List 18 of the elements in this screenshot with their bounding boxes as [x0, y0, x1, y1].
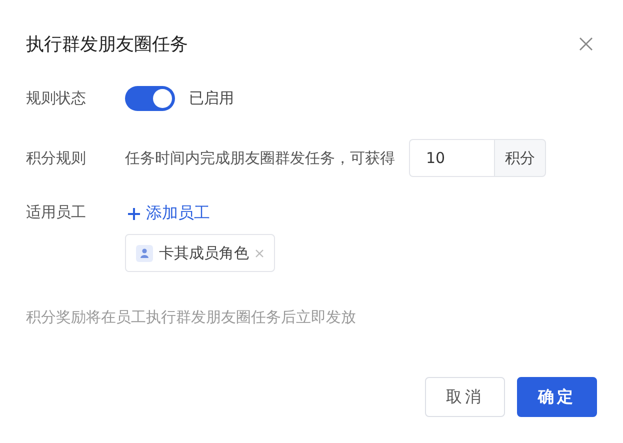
field-label: 积分规则	[26, 148, 87, 168]
confirm-button[interactable]: 确定	[517, 377, 597, 417]
plus-icon	[128, 208, 140, 220]
rule-text: 任务时间内完成朋友圈群发任务，可获得	[125, 148, 395, 168]
field-label: 适用员工	[26, 203, 87, 222]
note-text: 积分奖励将在员工执行群发朋友圈任务后立即发放	[26, 308, 357, 327]
dialog-title: 执行群发朋友圈任务	[26, 33, 188, 56]
remove-icon[interactable]	[255, 248, 264, 258]
toggle-switch[interactable]	[125, 86, 175, 111]
tag-label: 卡其成员角色	[159, 244, 249, 262]
close-icon[interactable]	[579, 37, 593, 51]
cancel-button[interactable]: 取消	[425, 377, 505, 417]
add-staff-link[interactable]: 添加员工	[125, 203, 275, 224]
points-input[interactable]: 10	[409, 139, 494, 177]
toggle-state-text: 已启用	[189, 89, 234, 108]
unit-addon: 积分	[494, 139, 546, 177]
person-icon	[136, 244, 153, 262]
field-label: 规则状态	[26, 89, 87, 108]
